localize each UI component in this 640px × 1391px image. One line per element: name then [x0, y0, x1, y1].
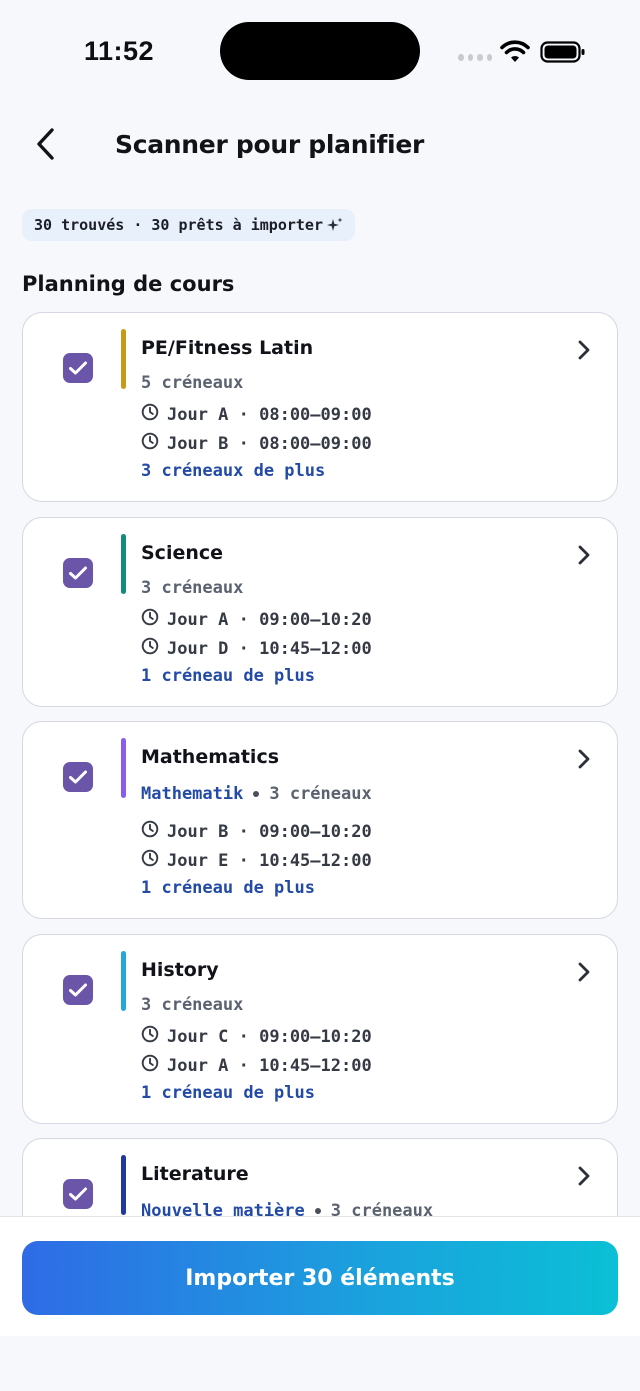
time-slot: Jour A · 10:45–12:00	[141, 1054, 372, 1077]
time-slot-text: Jour B · 09:00–10:20	[167, 821, 372, 842]
time-slot-text: Jour E · 10:45–12:00	[167, 850, 372, 871]
time-slot: Jour E · 10:45–12:00	[141, 849, 372, 872]
more-slots-link[interactable]: 3 créneaux de plus	[141, 461, 325, 481]
checkmark-icon	[69, 983, 87, 997]
time-slot-text: Jour A · 10:45–12:00	[167, 1055, 372, 1076]
time-slot: Jour B · 09:00–10:20	[141, 820, 372, 843]
course-title: Science	[141, 542, 224, 564]
wifi-icon	[500, 40, 530, 69]
page-title: Scanner pour planifier	[115, 130, 425, 159]
chevron-right-icon[interactable]	[577, 748, 591, 775]
course-color-bar	[121, 738, 126, 798]
course-title: PE/Fitness Latin	[141, 337, 314, 359]
battery-icon	[540, 40, 586, 69]
clock-icon	[141, 403, 159, 426]
course-meta: 3 créneaux	[141, 995, 243, 1015]
course-checkbox[interactable]	[63, 558, 93, 588]
status-bar: 11:52	[0, 0, 640, 100]
course-title: Literature	[141, 1163, 249, 1185]
chevron-left-icon	[37, 128, 54, 160]
slots-count: 5 créneaux	[141, 373, 244, 393]
section-title: Planning de cours	[22, 272, 235, 296]
time-slot-text: Jour C · 09:00–10:20	[167, 1026, 372, 1047]
slots-count: 3 créneaux	[269, 784, 372, 804]
more-slots-link[interactable]: 1 créneau de plus	[141, 878, 315, 898]
time-slot: Jour A · 09:00–10:20	[141, 608, 372, 631]
clock-icon	[141, 608, 159, 631]
back-button[interactable]	[28, 126, 64, 162]
course-color-bar	[121, 534, 126, 594]
course-card[interactable]: PE/Fitness Latin 5 créneaux Jour A · 08:…	[22, 312, 618, 502]
time-slot: Jour D · 10:45–12:00	[141, 637, 372, 660]
course-color-bar	[121, 951, 126, 1011]
time-slot-text: Jour D · 10:45–12:00	[167, 638, 372, 659]
slots-count: 3 créneaux	[141, 578, 244, 598]
bottom-safe-area	[0, 1336, 640, 1391]
time-slot: Jour A · 08:00–09:00	[141, 403, 372, 426]
course-color-bar	[121, 329, 126, 389]
dynamic-island	[220, 22, 420, 80]
time-slot: Jour C · 09:00–10:20	[141, 1025, 372, 1048]
checkmark-icon	[69, 566, 87, 580]
clock-icon	[141, 432, 159, 455]
course-color-bar	[121, 1155, 126, 1215]
bottom-bar: Importer 30 éléments	[0, 1216, 640, 1336]
status-time: 11:52	[84, 36, 155, 66]
chevron-right-icon[interactable]	[577, 544, 591, 571]
course-subject[interactable]: Mathematik	[141, 784, 243, 804]
course-card[interactable]: Science 3 créneaux Jour A · 09:00–10:20 …	[22, 517, 618, 707]
course-checkbox[interactable]	[63, 762, 93, 792]
course-title: History	[141, 959, 219, 981]
import-button[interactable]: Importer 30 éléments	[22, 1241, 618, 1315]
checkmark-icon	[69, 1187, 87, 1201]
time-slot-text: Jour B · 08:00–09:00	[167, 433, 372, 454]
chevron-right-icon[interactable]	[577, 1165, 591, 1192]
separator-dot	[253, 791, 260, 797]
course-checkbox[interactable]	[63, 975, 93, 1005]
chevron-right-icon[interactable]	[577, 339, 591, 366]
time-slot-text: Jour A · 08:00–09:00	[167, 404, 372, 425]
course-checkbox[interactable]	[63, 353, 93, 383]
course-meta: 5 créneaux	[141, 373, 243, 393]
clock-icon	[141, 1025, 159, 1048]
summary-text: 30 trouvés · 30 prêts à importer	[34, 216, 323, 234]
sparkle-icon	[326, 217, 343, 231]
slots-count: 3 créneaux	[141, 995, 244, 1015]
course-card[interactable]: History 3 créneaux Jour C · 09:00–10:20 …	[22, 934, 618, 1124]
more-slots-link[interactable]: 1 créneau de plus	[141, 666, 315, 686]
clock-icon	[141, 637, 159, 660]
more-slots-link[interactable]: 1 créneau de plus	[141, 1083, 315, 1103]
header: Scanner pour planifier	[0, 110, 640, 180]
chevron-right-icon[interactable]	[577, 961, 591, 988]
course-card[interactable]: Mathematics Mathematik 3 créneaux Jour B…	[22, 721, 618, 919]
time-slot: Jour B · 08:00–09:00	[141, 432, 372, 455]
clock-icon	[141, 1054, 159, 1077]
clock-icon	[141, 820, 159, 843]
course-meta: 3 créneaux	[141, 578, 243, 598]
course-title: Mathematics	[141, 746, 280, 768]
course-checkbox[interactable]	[63, 1179, 93, 1209]
time-slot-text: Jour A · 09:00–10:20	[167, 609, 372, 630]
import-button-label: Importer 30 éléments	[185, 1265, 455, 1291]
course-meta: Mathematik 3 créneaux	[141, 784, 372, 804]
checkmark-icon	[69, 361, 87, 375]
separator-dot	[314, 1208, 321, 1214]
cellular-signal-icon	[458, 54, 492, 62]
checkmark-icon	[69, 770, 87, 784]
clock-icon	[141, 849, 159, 872]
summary-pill: 30 trouvés · 30 prêts à importer	[22, 209, 355, 241]
